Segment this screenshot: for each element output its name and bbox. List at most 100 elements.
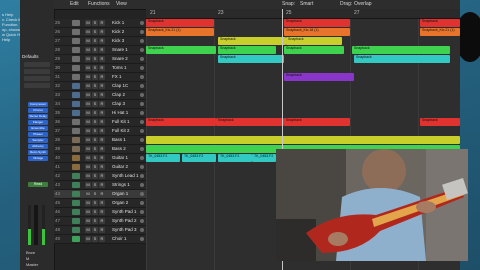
track-header[interactable]: 42 M S R Synth Lead 1 [54,172,146,181]
track-name[interactable]: Bass 1 [112,137,126,142]
track-header[interactable]: 49 M S R Choir 1 [54,235,146,244]
track-on-indicator[interactable] [140,93,144,97]
track-on-indicator[interactable] [140,219,144,223]
track-header[interactable]: 26 M S R Kick 2 [54,28,146,37]
track-header[interactable]: 27 M S R Kick 3 [54,37,146,46]
solo-button[interactable]: S [92,47,98,53]
track-header[interactable]: 45 M S R Organ 2 [54,199,146,208]
track-on-indicator[interactable] [140,120,144,124]
track-name[interactable]: Synth Pad 2 [112,218,137,223]
audio-region[interactable]: Snapback [352,46,450,54]
inspector-slot[interactable] [24,83,50,88]
track-on-indicator[interactable] [140,129,144,133]
track-header[interactable]: 47 M S R Synth Pad 2 [54,217,146,226]
track-name[interactable]: Snare 1 [112,47,128,52]
plugin-slot[interactable]: Flanger [28,120,48,125]
audio-region[interactable]: Snapback_Kic.21 (1) [420,28,460,36]
track-header[interactable]: 36 M S R Full Kit 1 [54,118,146,127]
mute-button[interactable]: M [85,173,91,179]
mute-button[interactable]: M [85,164,91,170]
track-header[interactable]: 46 M S R Synth Pad 1 [54,208,146,217]
track-header[interactable]: 38 M S R Bass 1 [54,136,146,145]
plugin-slot[interactable]: Compressor [28,102,48,107]
track-header[interactable]: 44 M S R Organ 1 [54,190,146,199]
audio-region[interactable]: Snapback [146,19,214,27]
solo-button[interactable]: S [92,173,98,179]
track-name[interactable]: Choir 1 [112,236,127,241]
track-header[interactable]: 31 M S R FX 1 [54,73,146,82]
mute-button[interactable]: M [85,38,91,44]
mute-label[interactable]: M [26,256,29,261]
mute-button[interactable]: M [85,119,91,125]
track-header[interactable]: 28 M S R Snare 1 [54,46,146,55]
mute-button[interactable]: M [85,209,91,215]
audio-region[interactable]: Snapback [218,55,284,63]
audio-region[interactable]: TK_0453.F2 [146,154,180,162]
track-header[interactable]: 32 M S R Clap 1C [54,82,146,91]
bounce-label[interactable]: Bnce [26,250,35,255]
track-header[interactable]: 34 M S R Clap 3 [54,100,146,109]
mute-button[interactable]: M [85,47,91,53]
plugin-slot[interactable]: Retro Synth [28,150,48,155]
automation-read-button[interactable]: Read [28,182,48,187]
mute-button[interactable]: M [85,137,91,143]
plugin-slot[interactable]: Phaser [28,132,48,137]
solo-button[interactable]: S [92,155,98,161]
mute-button[interactable]: M [85,56,91,62]
track-name[interactable]: Clap 3 [112,101,125,106]
track-on-indicator[interactable] [140,201,144,205]
solo-button[interactable]: S [92,236,98,242]
track-on-indicator[interactable] [140,21,144,25]
inspector-slot[interactable] [24,69,50,74]
track-on-indicator[interactable] [140,111,144,115]
track-on-indicator[interactable] [140,192,144,196]
solo-button[interactable]: S [92,119,98,125]
record-enable-button[interactable]: R [99,56,105,62]
solo-button[interactable]: S [92,218,98,224]
track-on-indicator[interactable] [140,183,144,187]
mute-button[interactable]: M [85,65,91,71]
inspector-slot[interactable] [24,76,50,81]
volume-fader[interactable] [34,205,38,245]
mute-button[interactable]: M [85,200,91,206]
track-header[interactable]: 30 M S R Toms 1 [54,64,146,73]
solo-button[interactable]: S [92,182,98,188]
track-on-indicator[interactable] [140,57,144,61]
track-name[interactable]: Toms 1 [112,65,127,70]
track-header[interactable]: 35 M S R Hi Hat 1 [54,109,146,118]
track-name[interactable]: Hi Hat 1 [112,110,128,115]
audio-region[interactable]: Snapback [286,37,342,45]
audio-region[interactable]: Snapback [146,46,216,54]
record-enable-button[interactable]: R [99,137,105,143]
bar-ruler[interactable]: 21 23 25 27 [146,9,460,19]
track-on-indicator[interactable] [140,48,144,52]
track-name[interactable]: Kick 2 [112,29,124,34]
audio-region[interactable]: Snapback [284,46,344,54]
record-enable-button[interactable]: R [99,128,105,134]
record-enable-button[interactable]: R [99,236,105,242]
mute-button[interactable]: M [85,20,91,26]
track-on-indicator[interactable] [140,156,144,160]
solo-button[interactable]: S [92,65,98,71]
audio-region[interactable]: Snapback [218,37,286,45]
plugin-slot[interactable]: Alchemy [28,144,48,149]
track-on-indicator[interactable] [140,138,144,142]
record-enable-button[interactable]: R [99,146,105,152]
audio-region[interactable]: Snapback [420,19,460,27]
audio-region[interactable]: Snapback [354,55,450,63]
track-on-indicator[interactable] [140,210,144,214]
solo-button[interactable]: S [92,92,98,98]
solo-button[interactable]: S [92,74,98,80]
mute-button[interactable]: M [85,74,91,80]
audio-region[interactable]: Snapback [218,46,276,54]
track-name[interactable]: Clap 2 [112,92,125,97]
solo-button[interactable]: S [92,164,98,170]
record-enable-button[interactable]: R [99,155,105,161]
record-enable-button[interactable]: R [99,47,105,53]
audio-region[interactable]: Snapback_Kic.18 (1) [284,28,350,36]
record-enable-button[interactable]: R [99,164,105,170]
record-enable-button[interactable]: R [99,74,105,80]
track-header[interactable]: 39 M S R Bass 2 [54,145,146,154]
track-name[interactable]: Synth Lead 1 [112,173,139,178]
mute-button[interactable]: M [85,218,91,224]
